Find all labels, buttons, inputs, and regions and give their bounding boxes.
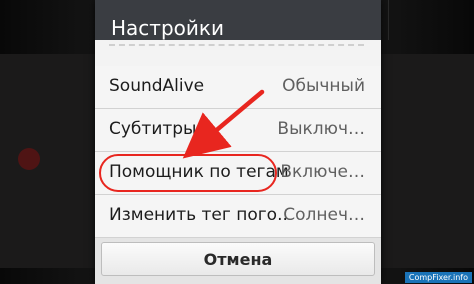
partial-row-text: [109, 44, 364, 47]
highlight-oval: [99, 154, 277, 192]
list-item-label: SoundAlive: [109, 76, 205, 96]
list-item-partial[interactable]: [95, 40, 381, 65]
background-glow: [18, 148, 40, 170]
list-item-soundalive[interactable]: SoundAlive Обычный: [95, 66, 381, 109]
watermark: CompFixer.info: [404, 272, 472, 283]
list-item-value: Обычный: [282, 76, 365, 96]
dialog-title: Настройки: [111, 16, 224, 40]
list-item-value: Выключ…: [277, 119, 365, 139]
background-edge: [388, 0, 474, 40]
list-item-label: Субтитры: [109, 119, 197, 139]
list-item-value: Включе…: [280, 162, 365, 182]
list-item-edit-weather-tag[interactable]: Изменить тег пого.. Солнеч…: [95, 195, 381, 238]
list-item-value: Солнеч…: [283, 205, 365, 225]
settings-dialog: Настройки SoundAlive Обычный Субтитры Вы…: [95, 0, 381, 284]
cancel-button[interactable]: Отмена: [101, 242, 375, 276]
list-item-label: Изменить тег пого..: [109, 205, 288, 225]
list-item-subtitles[interactable]: Субтитры Выключ…: [95, 109, 381, 152]
dialog-footer: Отмена: [95, 238, 381, 284]
